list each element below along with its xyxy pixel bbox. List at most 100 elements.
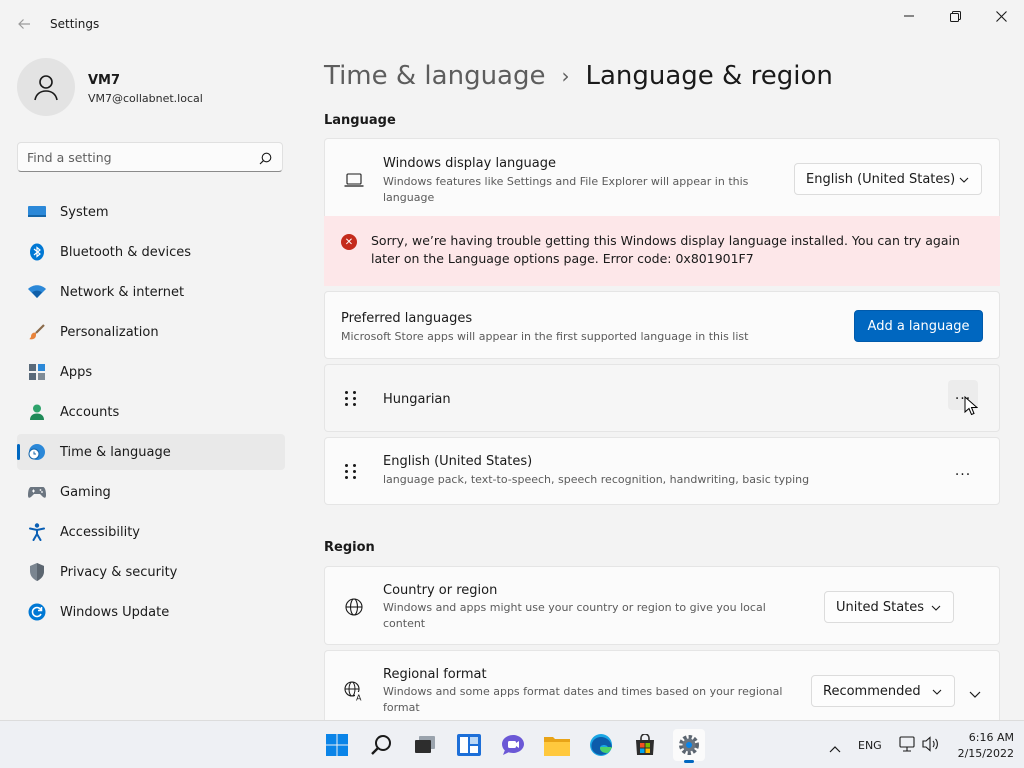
person-icon [34,75,58,101]
monitor-icon [27,202,47,222]
sidebar-item-personalization[interactable]: Personalization [17,314,285,350]
language-format-icon: A [343,680,365,702]
chevron-down-icon [932,686,942,701]
sidebar-item-label: Gaming [60,484,111,500]
globe-icon [343,596,365,618]
regional-format-subtitle: Windows and some apps format dates and t… [383,685,783,714]
sidebar-item-time-language[interactable]: Time & language [17,434,285,470]
gamepad-icon [27,482,47,502]
laptop-icon [343,169,365,191]
settings-gear-icon[interactable] [673,729,705,763]
user-email: VM7@collabnet.local [88,92,203,105]
language-item-hungarian[interactable]: Hungarian ... [324,364,1000,432]
sidebar-item-label: Network & internet [60,284,185,300]
breadcrumb: Time & language › Language & region [324,56,833,96]
file-explorer-icon[interactable] [541,729,573,761]
chat-icon[interactable] [497,729,529,761]
network-icon[interactable] [899,736,917,756]
expand-chevron-icon[interactable] [969,685,981,704]
sidebar-item-label: Apps [60,364,93,380]
sidebar: VM7 VM7@collabnet.local System Bluetooth… [0,48,300,720]
error-icon: ✕ [341,234,357,250]
back-arrow-icon[interactable] [12,12,36,36]
language-details: language pack, text-to-speech, speech re… [383,473,810,486]
sidebar-item-network[interactable]: Network & internet [17,274,285,310]
chevron-up-icon[interactable] [829,739,841,758]
close-icon[interactable] [978,4,1024,28]
input-language-indicator[interactable]: ENG [858,739,882,752]
chevron-down-icon [959,174,969,189]
widgets-icon[interactable] [453,729,485,761]
display-language-title: Windows display language [383,156,556,171]
nav-list: System Bluetooth & devices Network & int… [17,194,285,634]
apps-icon [27,362,47,382]
clock[interactable]: 6:16 AM 2/15/2022 [948,730,1014,762]
regional-format-card[interactable]: A Regional format Windows and some apps … [324,650,1000,720]
sidebar-item-system[interactable]: System [17,194,285,230]
sidebar-item-accessibility[interactable]: Accessibility [17,514,285,550]
svg-text:A: A [356,694,362,702]
title-bar: Settings [0,0,1024,48]
display-language-subtitle: Windows features like Settings and File … [383,175,749,204]
avatar[interactable] [17,58,75,116]
sidebar-item-label: Personalization [60,324,159,340]
language-name: English (United States) [383,454,533,469]
sidebar-item-label: Accounts [60,404,120,420]
sidebar-item-windows-update[interactable]: Windows Update [17,594,285,630]
app-title: Settings [50,17,100,31]
drag-handle-icon[interactable] [345,391,357,406]
breadcrumb-parent[interactable]: Time & language [324,61,545,91]
restore-icon[interactable] [932,4,978,28]
edge-icon[interactable] [585,729,617,761]
drag-handle-icon[interactable] [345,464,357,479]
preferred-languages-subtitle: Microsoft Store apps will appear in the … [341,330,749,343]
sidebar-item-apps[interactable]: Apps [17,354,285,390]
sidebar-item-label: System [60,204,109,220]
country-region-value: United States [836,599,925,615]
sidebar-item-gaming[interactable]: Gaming [17,474,285,510]
regional-format-title: Regional format [383,667,487,682]
add-language-button[interactable]: Add a language [854,310,983,342]
globe-clock-icon [27,442,47,462]
sidebar-item-privacy[interactable]: Privacy & security [17,554,285,590]
page-title: Language & region [585,61,833,91]
country-region-title: Country or region [383,583,498,598]
sidebar-item-label: Privacy & security [60,564,178,580]
sidebar-item-bluetooth[interactable]: Bluetooth & devices [17,234,285,270]
sidebar-item-accounts[interactable]: Accounts [17,394,285,430]
taskbar: ENG 6:16 AM 2/15/2022 [0,720,1024,768]
accessibility-icon [27,522,47,542]
user-name: VM7 [88,73,121,88]
shield-icon [27,562,47,582]
section-title-region: Region [324,540,375,555]
sidebar-item-label: Time & language [60,444,171,460]
sidebar-item-label: Accessibility [60,524,140,540]
minimize-icon[interactable] [886,4,932,28]
more-options-button[interactable]: ... [948,456,978,486]
chevron-down-icon [931,602,941,617]
section-title-language: Language [324,113,396,128]
paintbrush-icon [27,322,47,342]
search-icon[interactable] [259,150,272,169]
display-language-dropdown[interactable]: English (United States) [794,163,982,195]
error-message: Sorry, we’re having trouble getting this… [371,233,960,266]
microsoft-store-icon[interactable] [629,729,661,761]
preferred-languages-title: Preferred languages [341,311,473,326]
windows-start-icon[interactable] [321,729,353,761]
regional-format-dropdown[interactable]: Recommended [811,675,955,707]
country-region-dropdown[interactable]: United States [824,591,954,623]
task-view-icon[interactable] [409,729,441,761]
country-region-subtitle: Windows and apps might use your country … [383,601,766,630]
language-item-english[interactable]: English (United States) language pack, t… [324,437,1000,505]
bluetooth-icon [27,242,47,262]
search-box [17,142,283,172]
volume-icon[interactable] [922,736,940,756]
sidebar-item-label: Bluetooth & devices [60,244,191,260]
search-input[interactable] [18,143,248,171]
error-infobar: ✕ Sorry, we’re having trouble getting th… [324,216,1000,286]
breadcrumb-separator: › [561,64,570,88]
display-language-value: English (United States) [806,171,956,187]
country-region-card: Country or region Windows and apps might… [324,566,1000,645]
display-language-card: Windows display language Windows feature… [324,138,1000,216]
search-icon[interactable] [365,729,397,761]
